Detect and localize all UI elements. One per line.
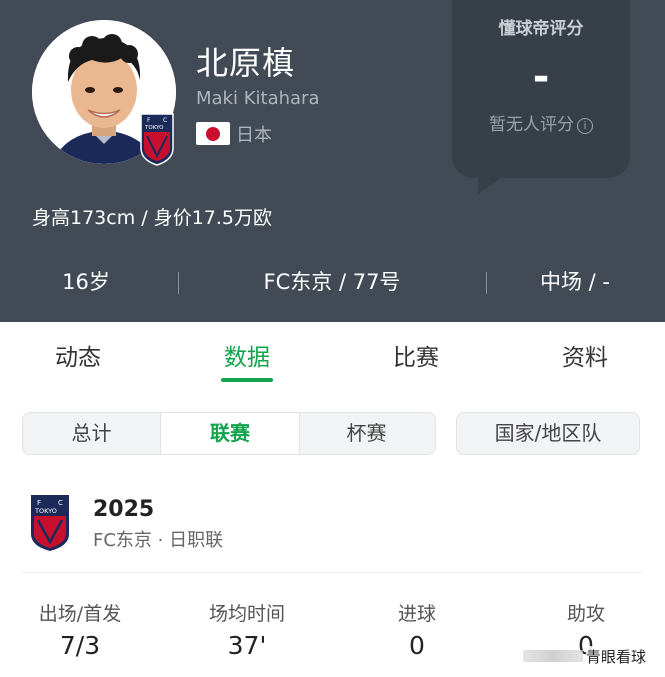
- svg-text:F: F: [37, 499, 41, 507]
- svg-text:TOKYO: TOKYO: [144, 125, 164, 131]
- stat-label-avg-minutes: 场均时间: [208, 603, 285, 625]
- segment-total[interactable]: 总计: [23, 413, 160, 454]
- club-badge-icon: F C TOKYO: [140, 113, 174, 166]
- national-team-button[interactable]: 国家/地区队: [456, 412, 640, 455]
- active-tab-indicator: [221, 378, 273, 382]
- rating-bubble-tail: [478, 176, 504, 194]
- tab-stats[interactable]: 数据: [197, 338, 297, 372]
- stat-value-avg-minutes: 37': [227, 631, 267, 660]
- height-and-value: 身高173cm / 身价17.5万欧: [32, 207, 273, 229]
- player-header: F C TOKYO 北原槙 Maki Kitahara 日本 懂球帝评分 - 暂…: [0, 0, 665, 322]
- tab-matches[interactable]: 比赛: [366, 338, 466, 372]
- player-name-en: Maki Kitahara: [196, 88, 320, 109]
- stat-value-appearances: 7/3: [59, 631, 101, 660]
- japan-flag-icon: [196, 122, 230, 145]
- rating-title: 懂球帝评分: [498, 19, 584, 39]
- svg-text:F: F: [147, 117, 151, 124]
- svg-text:C: C: [58, 499, 63, 507]
- stat-label-assists: 助攻: [566, 603, 605, 625]
- rating-note-text: 暂无人评分: [489, 115, 574, 135]
- tab-news[interactable]: 动态: [28, 338, 128, 372]
- watermark-text: 青眼看球: [586, 646, 647, 667]
- rating-note: 暂无人评分 i: [452, 110, 630, 135]
- info-icon[interactable]: i: [577, 118, 593, 134]
- watermark-blur: [523, 650, 583, 662]
- season-league: FC东京 · 日职联: [93, 530, 224, 551]
- season-year: 2025: [93, 497, 155, 522]
- player-country: 日本: [236, 125, 272, 146]
- player-club-number[interactable]: FC东京 / 77号: [212, 266, 452, 296]
- tab-profile[interactable]: 资料: [535, 338, 635, 372]
- facts-divider: [178, 272, 179, 294]
- facts-divider: [486, 272, 487, 294]
- stat-label-appearances: 出场/首发: [38, 603, 122, 625]
- player-facts-row: 16岁 FC东京 / 77号 中场 / -: [0, 266, 665, 302]
- player-name: 北原槙: [196, 44, 296, 82]
- section-divider: [22, 572, 642, 573]
- rating-value: -: [532, 54, 550, 100]
- season-club-badge-icon: F C TOKYO: [31, 495, 69, 551]
- svg-text:C: C: [163, 117, 167, 124]
- svg-text:TOKYO: TOKYO: [34, 507, 57, 515]
- stat-label-goals: 进球: [397, 603, 436, 625]
- player-position: 中场 / -: [539, 270, 610, 294]
- competition-segment: 总计 联赛 杯赛: [22, 412, 436, 455]
- segment-cup[interactable]: 杯赛: [298, 413, 435, 454]
- player-age: 16岁: [62, 270, 110, 294]
- stat-value-goals: 0: [409, 631, 425, 660]
- segment-league[interactable]: 联赛: [160, 413, 300, 454]
